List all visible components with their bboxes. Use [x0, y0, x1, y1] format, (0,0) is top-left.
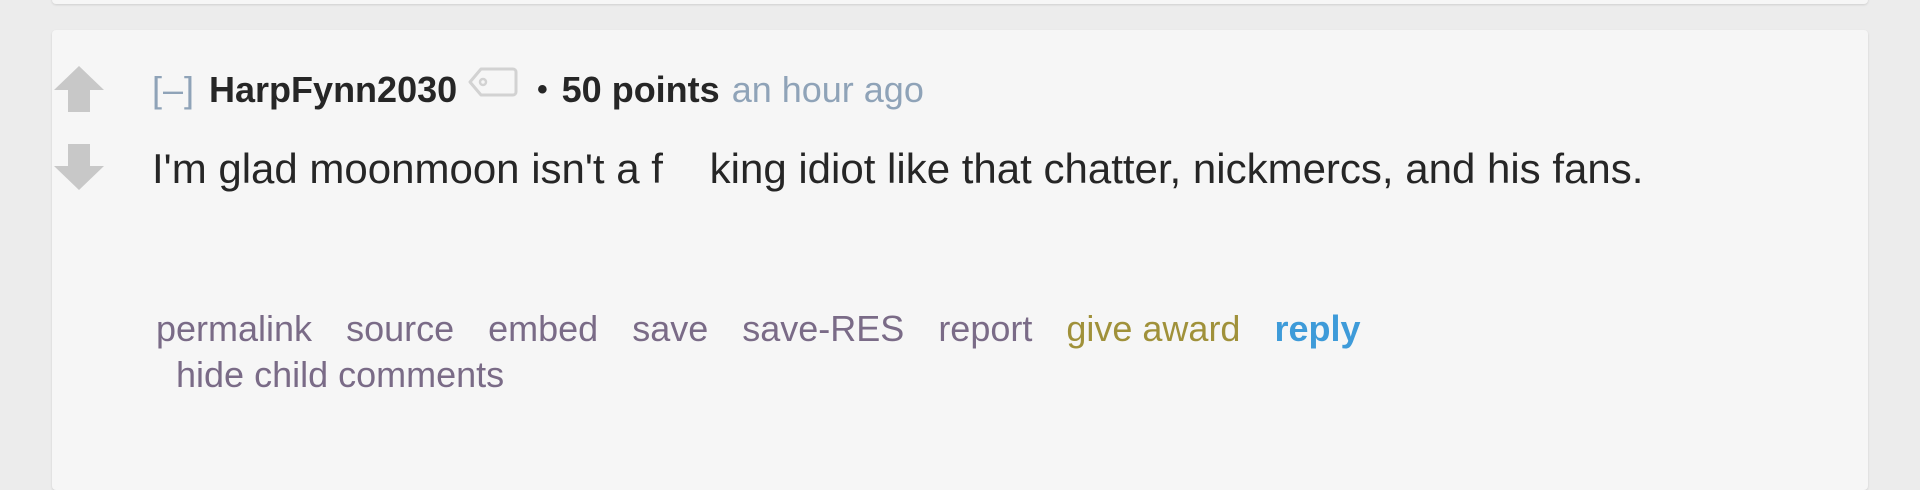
comment-actions: permalink source embed save save-RES rep…	[156, 308, 1395, 350]
comment-tagline: [–] HarpFynn2030 • 50 points an hour ago	[152, 66, 924, 114]
separator-dot: •	[537, 73, 548, 106]
save-res-link[interactable]: save-RES	[742, 308, 904, 350]
give-award-link[interactable]: give award	[1066, 308, 1240, 350]
comment-body: I'm glad moonmoon isn't a f king idiot l…	[152, 145, 1644, 192]
reply-link[interactable]: reply	[1274, 308, 1360, 350]
tag-icon[interactable]	[467, 65, 519, 107]
hide-child-comments-link[interactable]: hide child comments	[176, 354, 504, 396]
report-link[interactable]: report	[938, 308, 1032, 350]
comment-score: 50 points	[561, 69, 720, 110]
arrow-up-icon	[54, 66, 104, 112]
comment-timestamp: an hour ago	[731, 69, 924, 110]
arrow-down-icon	[54, 144, 104, 190]
permalink-link[interactable]: permalink	[156, 308, 312, 350]
previous-comment-card	[52, 0, 1868, 4]
save-link[interactable]: save	[632, 308, 708, 350]
downvote-button[interactable]	[52, 140, 106, 194]
source-link[interactable]: source	[346, 308, 454, 350]
collapse-toggle[interactable]: [–]	[152, 69, 195, 111]
embed-link[interactable]: embed	[488, 308, 598, 350]
author-link[interactable]: HarpFynn2030	[209, 69, 457, 111]
upvote-button[interactable]	[52, 62, 106, 116]
